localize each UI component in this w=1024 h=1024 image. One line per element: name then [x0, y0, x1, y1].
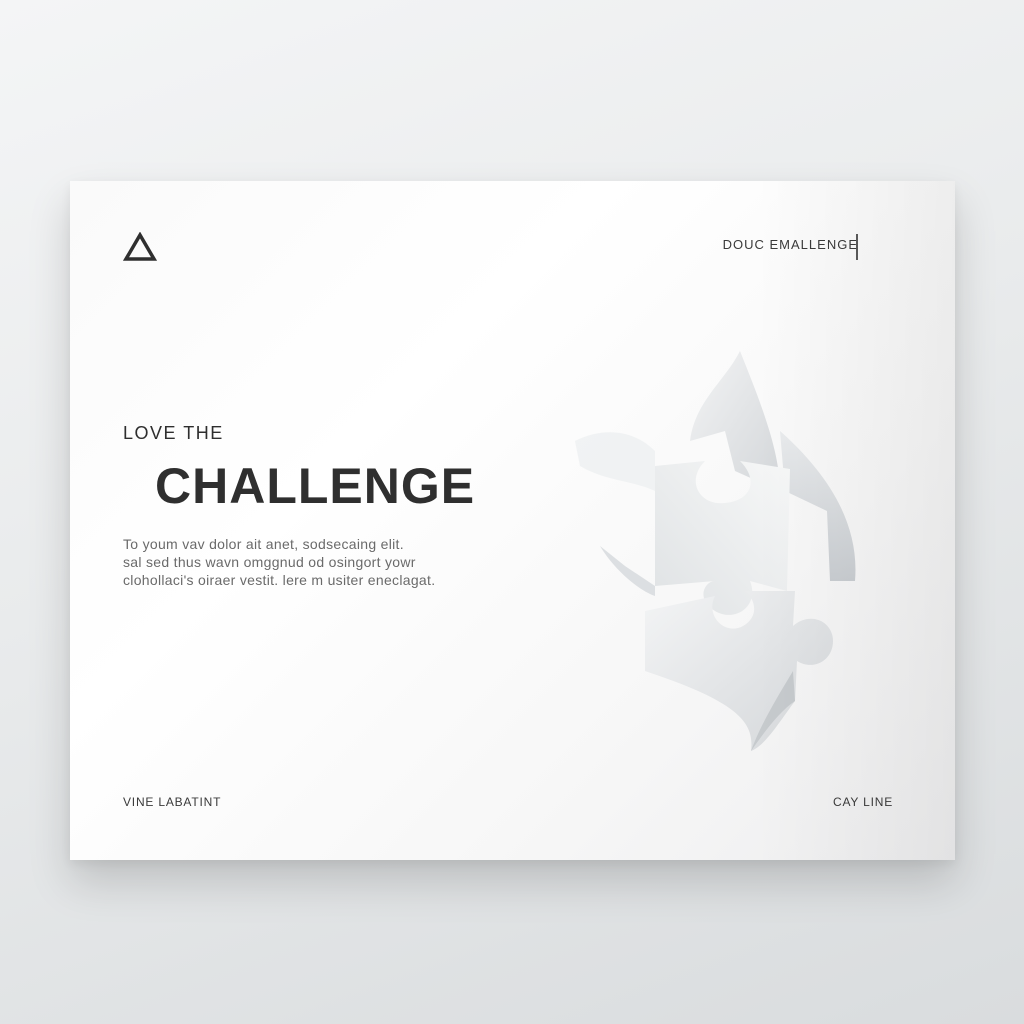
page-title: CHALLENGE	[155, 458, 476, 514]
vertical-divider	[856, 234, 858, 260]
eyebrow-text: LOVE THE	[123, 423, 224, 443]
top-right-label: DOUC EMALLENGE	[722, 237, 858, 252]
body-line: sal sed thus wavn omggnud od osingort yo…	[123, 554, 416, 570]
bottom-right-label: CAY LINE	[833, 795, 893, 809]
puzzle-arrow-icon	[575, 351, 856, 751]
body-line: To youm vav dolor ait anet, sodsecaing e…	[123, 536, 404, 552]
body-paragraph: To youm vav dolor ait anet, sodsecaing e…	[123, 535, 483, 589]
triangle-icon	[123, 232, 157, 261]
challenge-card: DOUC EMALLENGE LOVE THE CHALLENGE To you…	[70, 181, 955, 860]
body-line: clohollaci's oiraer vestit. lere m usite…	[123, 572, 436, 588]
bottom-left-label: VINE LABATINT	[123, 795, 222, 809]
